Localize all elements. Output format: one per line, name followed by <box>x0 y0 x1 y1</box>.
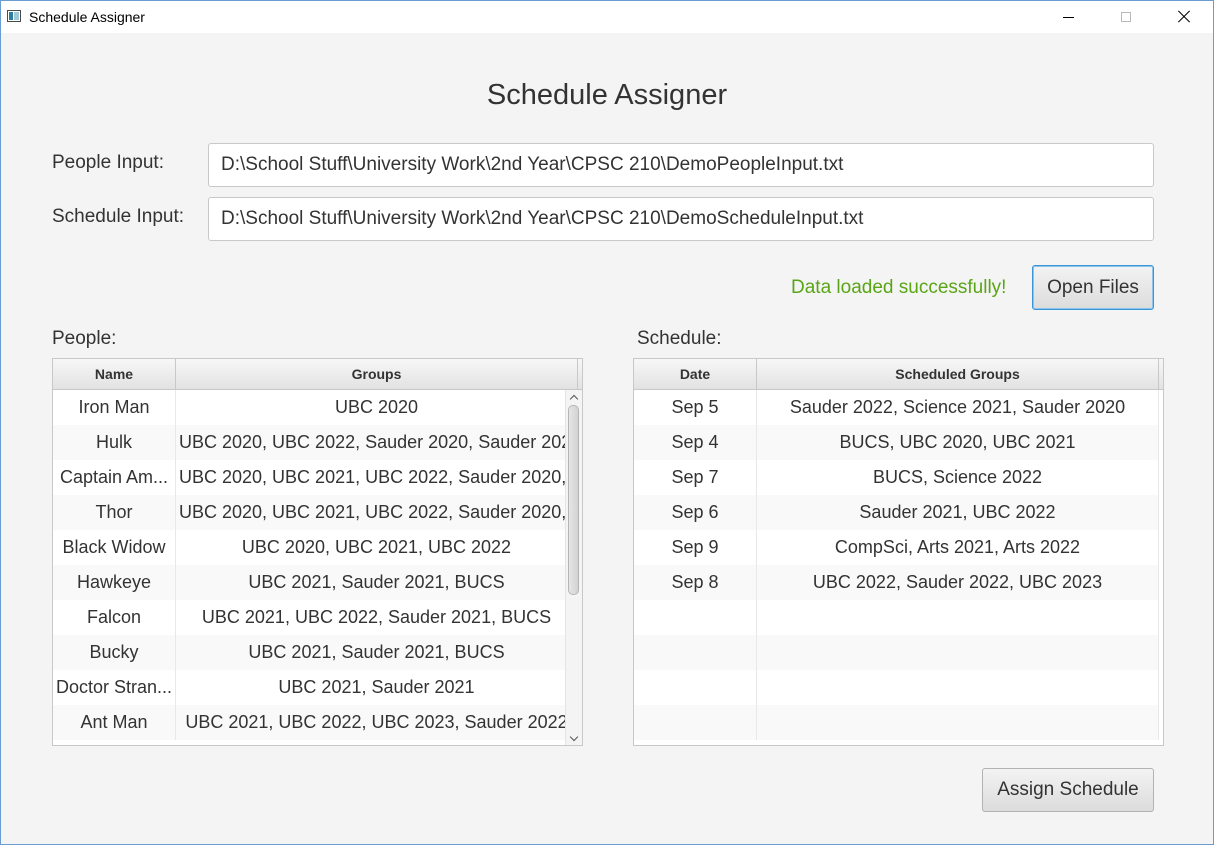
people-table-cell-first: Iron Man <box>53 390 176 425</box>
people-table-cell-second: UBC 2020, UBC 2021, UBC 2022, Sauder 202… <box>176 495 578 530</box>
schedule-table-row[interactable]: Sep 8 UBC 2022, Sauder 2022, UBC 2023 <box>634 565 1159 600</box>
status-message: Data loaded successfully! <box>791 277 1007 298</box>
schedule-table-cell-first: Sep 7 <box>634 460 757 495</box>
scroll-thumb[interactable] <box>568 405 579 595</box>
people-table-cell-second: UBC 2021, Sauder 2021, BUCS <box>176 565 578 600</box>
app-icon <box>7 10 21 22</box>
schedule-table-row[interactable]: Sep 7 BUCS, Science 2022 <box>634 460 1159 495</box>
schedule-table-row[interactable]: Sep 6 Sauder 2021, UBC 2022 <box>634 495 1159 530</box>
maximize-button[interactable] <box>1097 1 1155 33</box>
people-table-cell-second: UBC 2021, UBC 2022, UBC 2023, Sauder 202… <box>176 705 578 740</box>
people-table-row[interactable]: Ant Man UBC 2021, UBC 2022, UBC 2023, Sau… <box>53 705 578 740</box>
schedule-table-cell-second <box>757 670 1159 705</box>
schedule-table-cell-first <box>634 635 757 670</box>
people-input-field[interactable]: D:\School Stuff\University Work\2nd Year… <box>208 143 1154 187</box>
schedule-table-row[interactable]: Sep 4 BUCS, UBC 2020, UBC 2021 <box>634 425 1159 460</box>
schedule-table-label: Schedule: <box>637 328 722 349</box>
window-title: Schedule Assigner <box>29 9 145 25</box>
people-table-cell-first: Doctor Stran... <box>53 670 176 705</box>
schedule-table-body: Sep 5 Sauder 2022, Science 2021, Sauder 2… <box>634 390 1159 740</box>
people-table-header: Name Groups <box>53 359 582 390</box>
schedule-table-cell-second: Sauder 2022, Science 2021, Sauder 2020 <box>757 390 1159 425</box>
schedule-table-cell-first <box>634 600 757 635</box>
schedule-table-cell-first: Sep 6 <box>634 495 757 530</box>
schedule-table-row[interactable]: Sep 5 Sauder 2022, Science 2021, Sauder 2… <box>634 390 1159 425</box>
assign-schedule-button[interactable]: Assign Schedule <box>982 768 1154 812</box>
schedule-table-cell-second: BUCS, Science 2022 <box>757 460 1159 495</box>
schedule-table-cell-first <box>634 705 757 740</box>
people-table-cell-first: Bucky <box>53 635 176 670</box>
schedule-table-cell-second <box>757 705 1159 740</box>
minimize-button[interactable] <box>1039 1 1097 33</box>
schedule-table-header: Date Scheduled Groups <box>634 359 1163 390</box>
schedule-table-cell-second: UBC 2022, Sauder 2022, UBC 2023 <box>757 565 1159 600</box>
people-table-label: People: <box>52 328 117 349</box>
people-table-cell-first: Captain Am... <box>53 460 176 495</box>
schedule-table-cell-second <box>757 635 1159 670</box>
minimize-icon <box>1062 16 1074 18</box>
people-table-cell-second: UBC 2020 <box>176 390 578 425</box>
people-table-cell-second: UBC 2021, Sauder 2021, BUCS <box>176 635 578 670</box>
maximize-icon <box>1121 12 1131 22</box>
people-table-row[interactable]: Bucky UBC 2021, Sauder 2021, BUCS <box>53 635 578 670</box>
close-button[interactable] <box>1155 1 1213 33</box>
people-table[interactable]: Name Groups Iron Man UBC 2020 Hulk UBC 2020… <box>52 358 583 746</box>
open-files-button[interactable]: Open Files <box>1032 265 1154 310</box>
people-table-cell-first: Thor <box>53 495 176 530</box>
people-table-cell-first: Hulk <box>53 425 176 460</box>
schedule-table-row[interactable] <box>634 670 1159 705</box>
people-table-row[interactable]: Captain Am... UBC 2020, UBC 2021, UBC 202… <box>53 460 578 495</box>
schedule-table-cell-first: Sep 5 <box>634 390 757 425</box>
column-header-date[interactable]: Date <box>634 359 757 389</box>
column-header-scheduled-groups[interactable]: Scheduled Groups <box>757 359 1159 389</box>
schedule-table-cell-second <box>757 600 1159 635</box>
schedule-input-label: Schedule Input: <box>52 206 185 227</box>
people-table-row[interactable]: Iron Man UBC 2020 <box>53 390 578 425</box>
schedule-table-cell-second: CompSci, Arts 2021, Arts 2022 <box>757 530 1159 565</box>
schedule-table[interactable]: Date Scheduled Groups Sep 5 Sauder 2022, … <box>633 358 1164 746</box>
scroll-down-icon[interactable] <box>570 734 578 742</box>
people-table-cell-second: UBC 2021, Sauder 2021 <box>176 670 578 705</box>
schedule-table-cell-first: Sep 8 <box>634 565 757 600</box>
people-table-cell-second: UBC 2020, UBC 2021, UBC 2022, Sauder 202… <box>176 460 578 495</box>
people-table-row[interactable]: Hulk UBC 2020, UBC 2022, Sauder 2020, Sau… <box>53 425 578 460</box>
schedule-table-cell-second: Sauder 2021, UBC 2022 <box>757 495 1159 530</box>
people-input-label: People Input: <box>52 152 164 173</box>
schedule-input-field[interactable]: D:\School Stuff\University Work\2nd Year… <box>208 197 1154 241</box>
people-table-cell-second: UBC 2021, UBC 2022, Sauder 2021, BUCS <box>176 600 578 635</box>
people-table-cell-first: Falcon <box>53 600 176 635</box>
column-header-groups[interactable]: Groups <box>176 359 578 389</box>
schedule-table-row[interactable] <box>634 600 1159 635</box>
people-table-body: Iron Man UBC 2020 Hulk UBC 2020, UBC 2022, … <box>53 390 578 740</box>
schedule-table-row[interactable] <box>634 635 1159 670</box>
page-title: Schedule Assigner <box>486 79 728 111</box>
title-bar[interactable]: Schedule Assigner <box>1 1 1213 33</box>
people-table-cell-second: UBC 2020, UBC 2021, UBC 2022 <box>176 530 578 565</box>
people-table-cell-first: Hawkeye <box>53 565 176 600</box>
application-window: Schedule Assigner Schedule Assigner Peop… <box>0 0 1214 845</box>
people-table-row[interactable]: Thor UBC 2020, UBC 2021, UBC 2022, Sauder… <box>53 495 578 530</box>
schedule-table-cell-second: BUCS, UBC 2020, UBC 2021 <box>757 425 1159 460</box>
schedule-table-cell-first: Sep 4 <box>634 425 757 460</box>
close-icon <box>1177 10 1191 24</box>
people-table-row[interactable]: Doctor Stran... UBC 2021, Sauder 2021 <box>53 670 578 705</box>
scroll-up-icon[interactable] <box>570 393 578 401</box>
people-table-cell-first: Ant Man <box>53 705 176 740</box>
column-header-name[interactable]: Name <box>53 359 176 389</box>
schedule-table-row[interactable] <box>634 705 1159 740</box>
people-table-row[interactable]: Hawkeye UBC 2021, Sauder 2021, BUCS <box>53 565 578 600</box>
people-table-cell-first: Black Widow <box>53 530 176 565</box>
people-table-scrollbar[interactable] <box>565 390 582 745</box>
schedule-table-row[interactable]: Sep 9 CompSci, Arts 2021, Arts 2022 <box>634 530 1159 565</box>
people-table-row[interactable]: Black Widow UBC 2020, UBC 2021, UBC 2022 <box>53 530 578 565</box>
people-table-row[interactable]: Falcon UBC 2021, UBC 2022, Sauder 2021, B… <box>53 600 578 635</box>
schedule-table-cell-first <box>634 670 757 705</box>
schedule-table-cell-first: Sep 9 <box>634 530 757 565</box>
people-table-cell-second: UBC 2020, UBC 2022, Sauder 2020, Sauder … <box>176 425 578 460</box>
